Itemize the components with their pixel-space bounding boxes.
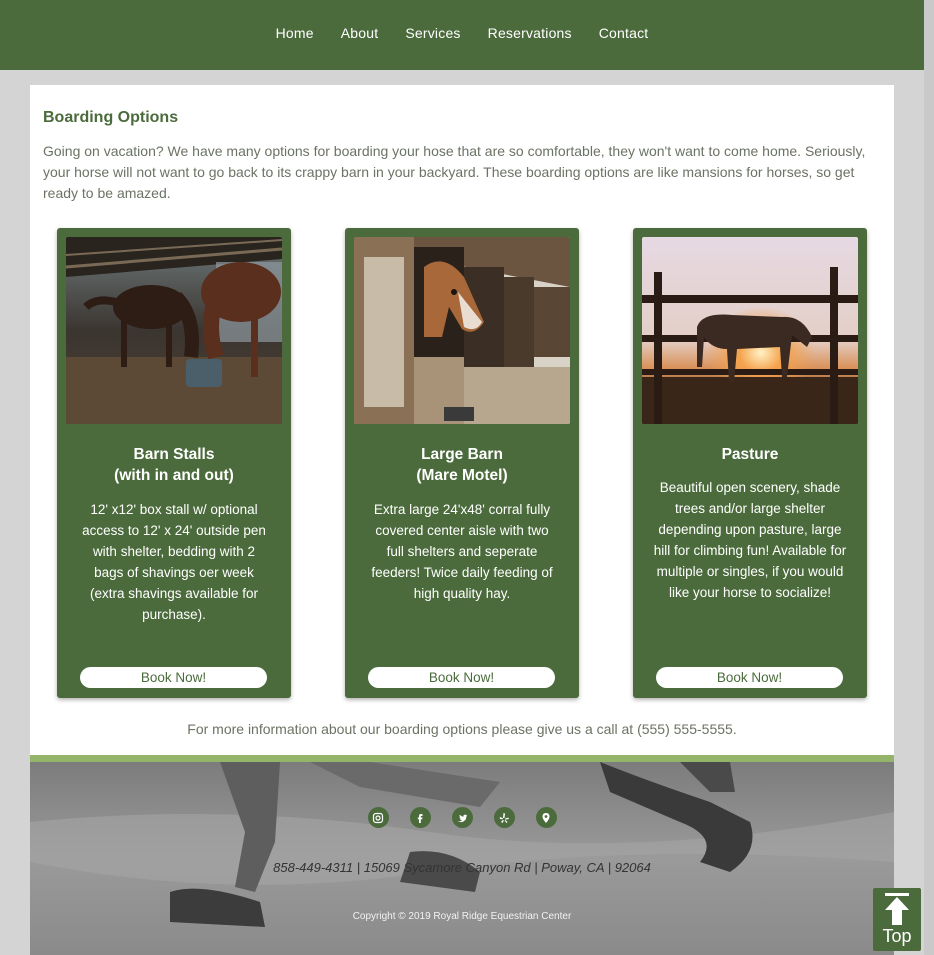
footer-copyright: Copyright © 2019 Royal Ridge Equestrian … <box>352 911 572 922</box>
main-nav: Home About Services Reservations Contact <box>0 0 924 66</box>
nav-home-link[interactable]: Home <box>276 25 314 41</box>
book-large-barn-button[interactable]: Book Now! <box>368 667 555 688</box>
back-to-top-label: Top <box>882 926 912 946</box>
barn-stalls-description: 12' x12' box stall w/ optional access to… <box>82 502 266 622</box>
footer-accent-stripe <box>30 755 894 762</box>
nav-contact-link[interactable]: Contact <box>599 25 649 41</box>
boarding-card-barn-stalls: Barn Stalls (with in and out) 12' x12' b… <box>57 228 291 698</box>
large-barn-title: Large Barn (Mare Motel) <box>345 444 579 486</box>
footer-address: 858-449-4311 | 15069 Sycamore Canyon Rd … <box>273 860 651 875</box>
location-pin-icon[interactable] <box>535 807 557 828</box>
card-title-line1: Large Barn <box>421 446 503 463</box>
footer: 858-449-4311 | 15069 Sycamore Canyon Rd … <box>30 755 894 955</box>
nav-services-link[interactable]: Services <box>405 25 460 41</box>
book-pasture-button[interactable]: Book Now! <box>656 667 843 688</box>
card-title-line2: (Mare Motel) <box>416 467 508 484</box>
barn-stalls-photo <box>66 237 282 424</box>
footer-background-image <box>30 762 894 955</box>
page-title: Boarding Options <box>43 109 179 126</box>
facebook-icon[interactable] <box>409 807 431 828</box>
yelp-icon[interactable] <box>493 807 515 828</box>
pasture-title: Pasture <box>633 444 867 465</box>
main-content: Boarding Options Going on vacation? We h… <box>30 85 894 755</box>
instagram-icon[interactable] <box>367 807 389 828</box>
pasture-photo <box>642 237 858 424</box>
large-barn-description: Extra large 24'x48' corral fully covered… <box>371 502 553 601</box>
boarding-card-large-barn: Large Barn (Mare Motel) Extra large 24'x… <box>345 228 579 698</box>
card-title-line1: Pasture <box>721 446 779 463</box>
twitter-icon[interactable] <box>451 807 473 828</box>
card-title-line1: Barn Stalls <box>133 446 215 463</box>
social-links <box>30 807 894 828</box>
barn-stalls-title: Barn Stalls (with in and out) <box>57 444 291 486</box>
back-to-top-button[interactable]: Top <box>873 888 921 951</box>
scrollbar-track[interactable] <box>924 0 934 955</box>
book-barn-stalls-button[interactable]: Book Now! <box>80 667 267 688</box>
nav-reservations-link[interactable]: Reservations <box>488 25 572 41</box>
intro-text: Going on vacation? We have many options … <box>43 143 866 201</box>
top-navigation-bar: Home About Services Reservations Contact <box>0 0 924 70</box>
pasture-description: Beautiful open scenery, shade trees and/… <box>653 480 847 600</box>
arrow-up-icon <box>885 893 909 925</box>
large-barn-photo <box>354 237 570 424</box>
card-title-line2: (with in and out) <box>114 467 234 484</box>
nav-about-link[interactable]: About <box>341 25 379 41</box>
boarding-card-pasture: Pasture Beautiful open scenery, shade tr… <box>633 228 867 698</box>
more-info-text: For more information about our boarding … <box>187 721 737 737</box>
